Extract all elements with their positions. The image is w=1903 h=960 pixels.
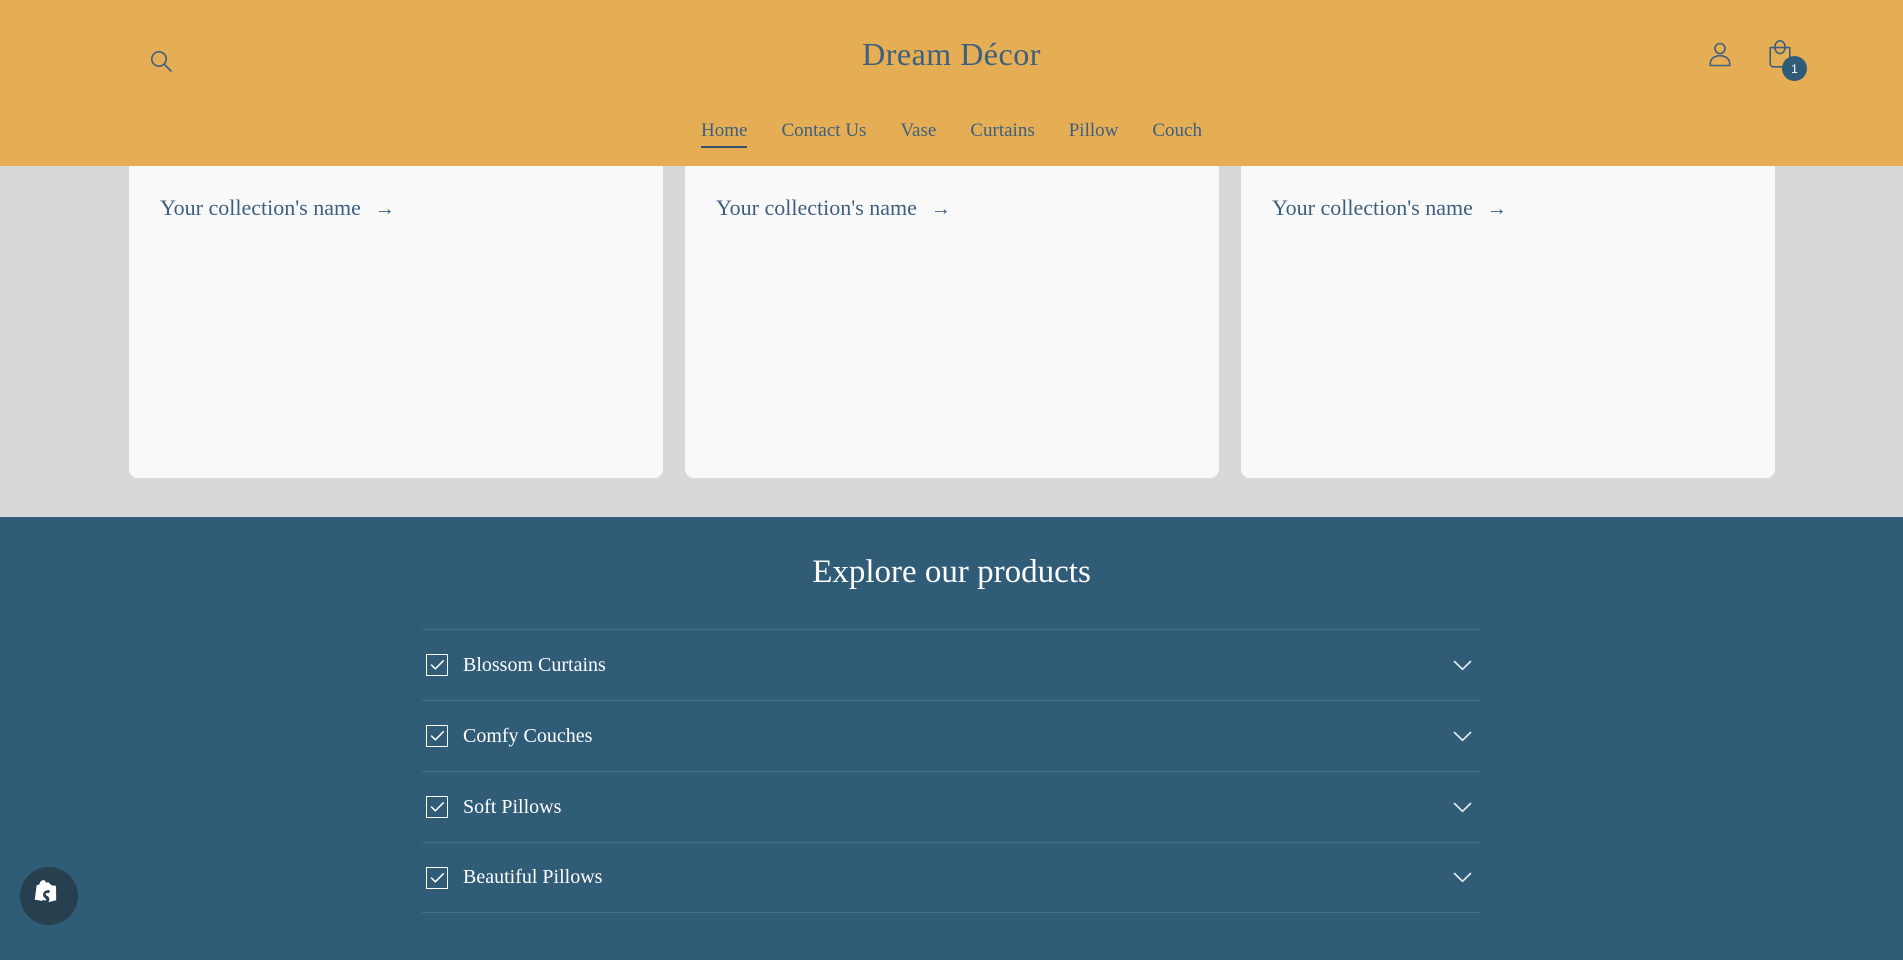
nav-item-contact-us[interactable]: Contact Us: [764, 118, 883, 144]
collection-card[interactable]: Your collection's name →: [129, 166, 663, 478]
chevron-down-icon[interactable]: [1450, 724, 1474, 748]
explore-heading: Explore our products: [812, 554, 1091, 590]
chevron-down-icon[interactable]: [1450, 795, 1474, 819]
chevron-down-icon[interactable]: [1450, 866, 1474, 890]
products-accordion: Blossom Curtains Comfy Couches Soft Pillow…: [422, 629, 1480, 913]
brand-title[interactable]: Dream Décor: [0, 36, 1903, 72]
nav-item-pillow[interactable]: Pillow: [1052, 118, 1136, 144]
collection-card-title: Your collection's name →: [160, 195, 395, 221]
collection-card[interactable]: Your collection's name →: [685, 166, 1219, 478]
page-root: Dream Décor 1 Home Contact Us Vase Curta…: [0, 0, 1903, 960]
accordion-item[interactable]: Comfy Couches: [422, 700, 1480, 771]
account-button[interactable]: [1702, 38, 1738, 74]
accordion-item[interactable]: Blossom Curtains: [422, 629, 1480, 700]
collection-card-title: Your collection's name →: [1272, 195, 1507, 221]
arrow-right-icon: →: [1486, 198, 1507, 220]
arrow-right-icon: →: [374, 198, 395, 220]
arrow-right-icon: →: [930, 198, 951, 220]
chevron-down-icon[interactable]: [1450, 653, 1474, 677]
site-header: Dream Décor 1 Home Contact Us Vase Curta…: [0, 0, 1903, 166]
checkbox-checked-icon[interactable]: [426, 796, 448, 818]
checkbox-checked-icon[interactable]: [426, 866, 448, 889]
checkbox-checked-icon[interactable]: [426, 725, 448, 747]
explore-products-section: Explore our products Blossom Curtains Com…: [0, 517, 1903, 960]
collections-row: Your collection's name → Your collection's…: [129, 166, 1775, 478]
shopify-chat-button[interactable]: [20, 867, 78, 925]
header-actions: 1: [1702, 38, 1807, 81]
accordion-item-label: Beautiful Pillows: [463, 866, 603, 888]
nav-item-curtains[interactable]: Curtains: [953, 118, 1051, 144]
main-navigation: Home Contact Us Vase Curtains Pillow Couch: [0, 118, 1903, 148]
collection-card-label: Your collection's name: [1272, 195, 1473, 220]
collection-card[interactable]: Your collection's name →: [1241, 166, 1775, 478]
account-icon: [1707, 40, 1733, 73]
cart-count-badge: 1: [1782, 56, 1807, 81]
collection-card-label: Your collection's name: [160, 195, 361, 220]
shopify-bag-icon: [34, 878, 64, 915]
nav-item-vase[interactable]: Vase: [883, 118, 953, 144]
accordion-item[interactable]: Soft Pillows: [422, 771, 1480, 842]
collection-card-label: Your collection's name: [716, 195, 917, 220]
accordion-item-label: Comfy Couches: [463, 724, 593, 747]
collection-card-title: Your collection's name →: [716, 195, 951, 221]
nav-item-home[interactable]: Home: [684, 118, 764, 148]
collections-section: Your collection's name → Your collection's…: [0, 166, 1903, 517]
checkbox-checked-icon[interactable]: [426, 654, 448, 676]
cart-button[interactable]: 1: [1762, 38, 1807, 81]
accordion-item-label: Soft Pillows: [463, 795, 562, 818]
accordion-item[interactable]: Beautiful Pillows: [422, 842, 1480, 913]
accordion-item-label: Blossom Curtains: [463, 653, 606, 676]
nav-item-couch[interactable]: Couch: [1135, 118, 1219, 144]
